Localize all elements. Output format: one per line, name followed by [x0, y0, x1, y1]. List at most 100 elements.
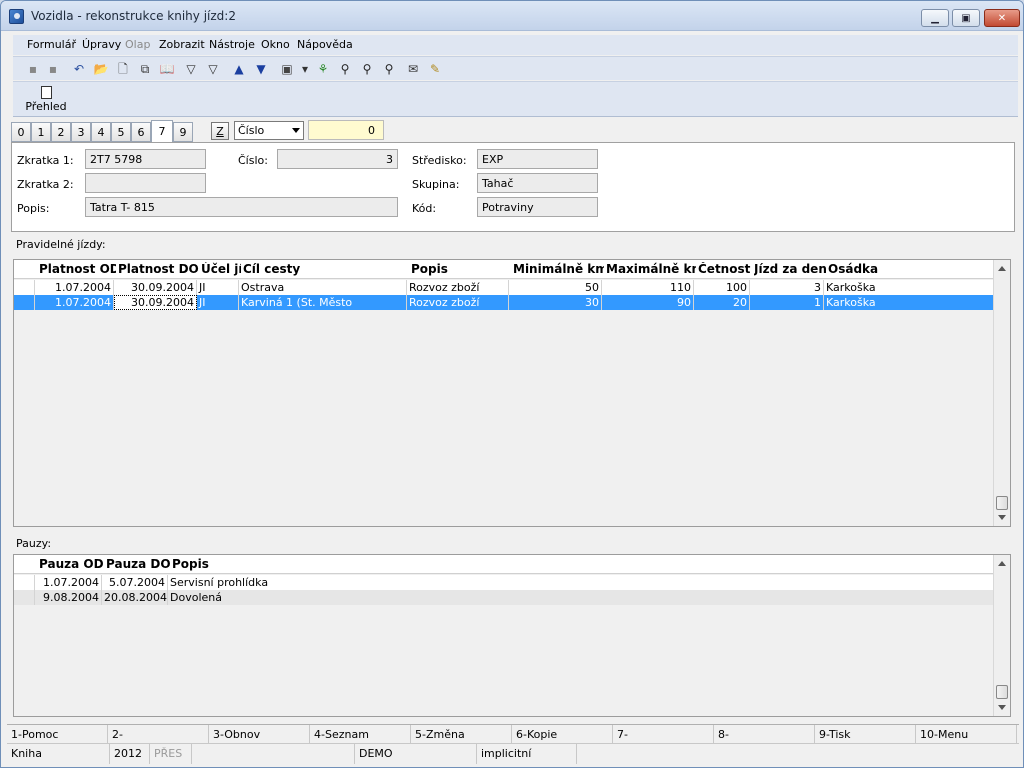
scroll-up-icon[interactable] [998, 266, 1006, 271]
vertical-scrollbar[interactable] [993, 260, 1010, 526]
notes-icon[interactable]: ✎ [427, 61, 443, 77]
z-button[interactable]: Z [211, 122, 229, 140]
column-header[interactable]: Popis [411, 262, 511, 276]
prehled-button[interactable]: Přehled [25, 86, 67, 116]
table-cell[interactable]: JI [197, 295, 239, 310]
tab-5[interactable]: 5 [111, 122, 131, 142]
tab-6[interactable]: 6 [131, 122, 151, 142]
table-cell[interactable]: Karkoška [824, 295, 994, 310]
menu-item[interactable]: Formulář [27, 38, 76, 51]
table-cell[interactable]: 1.07.2004 [35, 280, 114, 295]
table-cell[interactable]: 30.09.2004 [114, 280, 197, 295]
sort-select[interactable]: Číslo [234, 121, 304, 140]
mail-icon[interactable]: ✉ [405, 61, 421, 77]
dropdown-arrow-icon[interactable]: ▾ [297, 61, 313, 77]
find-replace-icon[interactable]: ⚲ [381, 61, 397, 77]
table-cell[interactable]: 9.08.2004 [35, 590, 102, 605]
function-key-4[interactable]: 4-Seznam [310, 725, 411, 744]
table-cell[interactable]: Karviná 1 (St. Město [239, 295, 407, 310]
menu-item[interactable]: Okno [261, 38, 290, 51]
new-document-icon[interactable]: 🗋 [115, 61, 131, 77]
table-cell[interactable]: JI [197, 280, 239, 295]
tab-2[interactable]: 2 [51, 122, 71, 142]
popis-field[interactable]: Tatra T- 815 [85, 197, 398, 217]
column-header[interactable]: Osádka [828, 262, 996, 276]
vertical-scrollbar[interactable] [993, 555, 1010, 716]
function-key-7[interactable]: 7- [613, 725, 714, 744]
menu-item[interactable]: Nápověda [297, 38, 353, 51]
maximize-button[interactable]: ▣ [952, 9, 980, 27]
function-key-8[interactable]: 8- [714, 725, 815, 744]
table-cell[interactable]: 1 [750, 295, 824, 310]
scroll-thumb[interactable] [996, 685, 1008, 699]
scroll-up-icon[interactable] [998, 561, 1006, 566]
skupina-field[interactable]: Tahač [477, 173, 598, 193]
stredisko-field[interactable]: EXP [477, 149, 598, 169]
arrow-down-icon[interactable]: ▼ [253, 61, 269, 77]
table-cell[interactable]: Rozvoz zboží [407, 280, 509, 295]
column-header[interactable]: Platnost DO [118, 262, 199, 276]
table-cell[interactable]: 5.07.2004 [102, 575, 168, 590]
table-cell[interactable]: 30 [509, 295, 602, 310]
column-header[interactable]: Maximálně km [606, 262, 696, 276]
regular-trips-grid[interactable]: Platnost ODPlatnost DOÚčel jízdyCíl cest… [13, 259, 1011, 527]
table-cell[interactable]: 3 [750, 280, 824, 295]
function-key-1[interactable]: 1-Pomoc [7, 725, 108, 744]
menu-item[interactable]: Zobrazit [159, 38, 205, 51]
tab-3[interactable]: 3 [71, 122, 91, 142]
table-cell[interactable]: 90 [602, 295, 694, 310]
zkratka2-field[interactable] [85, 173, 206, 193]
zkratka1-field[interactable]: 2T7 5798 [85, 149, 206, 169]
tab-0[interactable]: 0 [11, 122, 31, 142]
undo-icon[interactable]: ↶ [71, 61, 87, 77]
table-cell[interactable]: 110 [602, 280, 694, 295]
table-cell[interactable]: Ostrava [239, 280, 407, 295]
table-cell[interactable]: 20.08.2004 [102, 590, 168, 605]
scroll-down-icon[interactable] [998, 705, 1006, 710]
scroll-thumb[interactable] [996, 496, 1008, 510]
close-button[interactable]: ✕ [984, 9, 1020, 27]
tab-4[interactable]: 4 [91, 122, 111, 142]
table-row[interactable]: 1.07.2004 30.09.2004 JI Ostrava Rozvoz zboží… [14, 280, 994, 295]
table-cell[interactable]: Rozvoz zboží [407, 295, 509, 310]
column-header[interactable]: Četnost [698, 262, 752, 276]
table-cell[interactable]: Karkoška [824, 280, 994, 295]
table-cell[interactable]: 1.07.2004 [35, 575, 102, 590]
function-key-6[interactable]: 6-Kopie [512, 725, 613, 744]
column-header[interactable]: Minimálně km [513, 262, 604, 276]
table-cell[interactable]: Dovolená [168, 590, 994, 605]
save-as-icon[interactable]: ▪ [45, 61, 61, 77]
function-key-3[interactable]: 3-Obnov [209, 725, 310, 744]
kod-field[interactable]: Potraviny [477, 197, 598, 217]
copy-icon[interactable]: ⧉ [137, 61, 153, 77]
table-cell[interactable]: 50 [509, 280, 602, 295]
column-header[interactable]: Cíl cesty [243, 262, 409, 276]
column-header[interactable]: Pauza OD [39, 557, 104, 571]
find-next-icon[interactable]: ⚲ [359, 61, 375, 77]
scroll-down-icon[interactable] [998, 515, 1006, 520]
minimize-button[interactable]: ▁ [921, 9, 949, 27]
table-cell[interactable]: 1.07.2004 [35, 295, 114, 310]
function-key-2[interactable]: 2- [108, 725, 209, 744]
table-cell[interactable]: 30.09.2004 [114, 295, 197, 310]
arrow-up-icon[interactable]: ▲ [231, 61, 247, 77]
function-key-10[interactable]: 10-Menu [916, 725, 1017, 744]
cislo-field[interactable]: 3 [277, 149, 398, 169]
table-row[interactable]: 1.07.2004 5.07.2004 Servisní prohlídka [14, 575, 994, 590]
column-header[interactable]: Platnost OD [39, 262, 116, 276]
function-key-5[interactable]: 5-Změna [411, 725, 512, 744]
menu-item[interactable]: Nástroje [209, 38, 255, 51]
table-cell[interactable]: Servisní prohlídka [168, 575, 994, 590]
binoculars-icon[interactable]: ⚲ [337, 61, 353, 77]
open-folder-icon[interactable]: 📂 [93, 61, 109, 77]
tree-icon[interactable]: ⚘ [315, 61, 331, 77]
table-row[interactable]: 9.08.2004 20.08.2004 Dovolená [14, 590, 994, 605]
search-number-input[interactable]: 0 [308, 120, 384, 140]
filter-icon[interactable]: ▽ [183, 61, 199, 77]
pauses-grid[interactable]: Pauza OD Pauza DO Popis 1.07.2004 5.07.2004… [13, 554, 1011, 717]
tab-1[interactable]: 1 [31, 122, 51, 142]
column-header[interactable]: Popis [172, 557, 996, 571]
function-key-9[interactable]: 9-Tisk [815, 725, 916, 744]
table-cell[interactable]: 20 [694, 295, 750, 310]
column-header[interactable]: Jízd za den [754, 262, 826, 276]
